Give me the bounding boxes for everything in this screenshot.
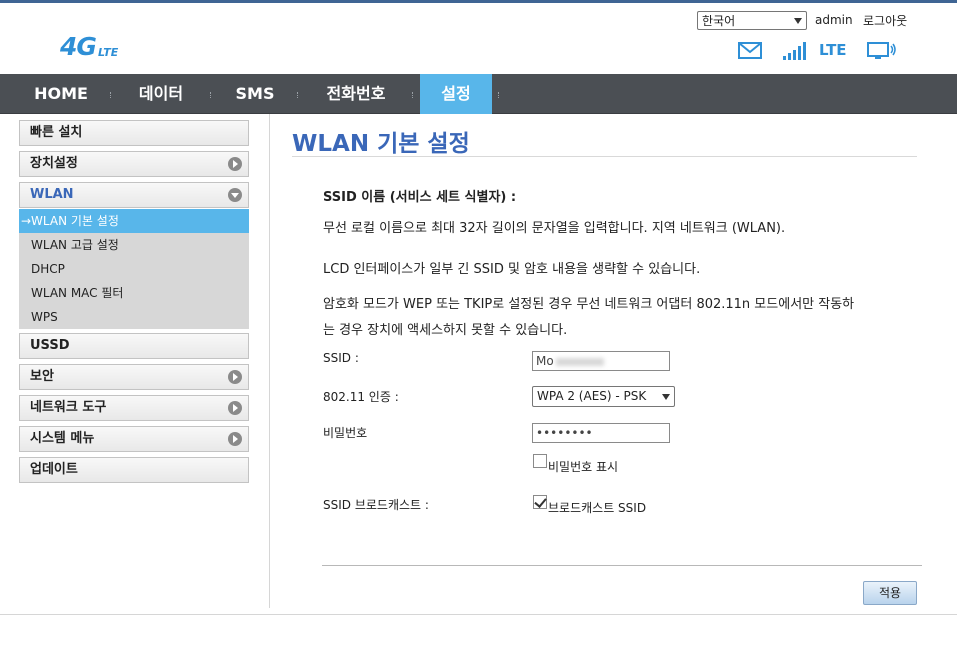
show-password-checkbox[interactable] [533, 454, 547, 468]
title-divider [292, 156, 917, 157]
description-line-3b: 는 경우 장치에 액세스하지 못할 수 있습니다. [323, 323, 568, 338]
username-label: admin [815, 13, 853, 27]
broadcast-label: SSID 브로드캐스트 : [323, 498, 429, 512]
auth-select[interactable]: WPA 2 (AES) - PSK [532, 386, 675, 407]
logout-link[interactable]: 로그아웃 [863, 12, 907, 29]
ssid-input-value: Mo [536, 354, 554, 368]
page-title: WLAN 기본 설정 [292, 131, 470, 157]
chevron-right-icon [228, 157, 242, 171]
nav-separator [210, 92, 212, 98]
ssid-input[interactable]: Mo [532, 351, 670, 371]
footer-divider [0, 614, 957, 615]
nav-separator [412, 92, 414, 98]
broadcast-ssid-option-label: 브로드캐스트 SSID [548, 501, 647, 515]
nav-home[interactable]: HOME [22, 74, 100, 114]
nav-phonebook[interactable]: 전화번호 [312, 74, 400, 114]
brand-logo: 4G LTE [60, 32, 130, 66]
sidebar-item-wlan[interactable]: WLAN [19, 182, 249, 208]
sidebar-subitem-dhcp[interactable]: DHCP [19, 257, 249, 281]
sidebar-item-update[interactable]: 업데이트 [19, 457, 249, 483]
sidebar-item-system-menu[interactable]: 시스템 메뉴 [19, 426, 249, 452]
sidebar-item-label: 보안 [30, 369, 54, 384]
main-nav: HOME 데이터 SMS 전화번호 설정 [0, 74, 957, 114]
sidebar-item-label: 업데이트 [30, 462, 78, 477]
ssid-heading: SSID 이름 (서비스 세트 식별자) : [323, 190, 517, 205]
nav-settings[interactable]: 설정 [420, 74, 492, 114]
description-line-2: LCD 인터페이스가 일부 긴 SSID 및 암호 내용을 생략할 수 있습니다… [323, 262, 701, 277]
network-type-label: LTE [819, 41, 847, 59]
nav-data[interactable]: 데이터 [125, 74, 197, 114]
auth-select-value: WPA 2 (AES) - PSK [537, 389, 647, 403]
nav-separator [297, 92, 299, 98]
sidebar-subitem-mac-filter[interactable]: WLAN MAC 필터 [19, 281, 249, 305]
chevron-right-icon [228, 370, 242, 384]
wlan-submenu: →WLAN 기본 설정 WLAN 고급 설정 DHCP WLAN MAC 필터 … [19, 209, 249, 329]
sidebar-item-quick-setup[interactable]: 빠른 설치 [19, 120, 249, 146]
ssid-label: SSID : [323, 351, 359, 365]
sidebar-subitem-wlan-basic[interactable]: →WLAN 기본 설정 [19, 209, 249, 233]
logo-lte-text: LTE [98, 46, 119, 59]
nav-sms[interactable]: SMS [224, 74, 286, 114]
signal-bars-icon [783, 42, 806, 60]
language-select-value: 한국어 [702, 14, 736, 28]
sidebar-item-label: USSD [30, 338, 70, 353]
sidebar-item-device-settings[interactable]: 장치설정 [19, 151, 249, 177]
top-accent-line [0, 0, 957, 3]
password-label: 비밀번호 [323, 426, 368, 440]
password-input[interactable]: •••••••• [532, 423, 670, 443]
sidebar-item-label: 시스템 메뉴 [30, 431, 95, 446]
sidebar: 빠른 설치 장치설정 WLAN →WLAN 기본 설정 WLAN 고급 설정 D… [0, 114, 270, 608]
redacted-blur [555, 357, 604, 366]
chevron-right-icon [228, 432, 242, 446]
sidebar-item-label: 장치설정 [30, 156, 78, 171]
nav-separator [110, 92, 112, 98]
sidebar-item-ussd[interactable]: USSD [19, 333, 249, 359]
description-line-3a: 암호화 모드가 WEP 또는 TKIP로 설정된 경우 무선 네트워크 어댑터 … [323, 297, 855, 312]
show-password-label: 비밀번호 표시 [548, 460, 619, 474]
sidebar-item-network-tools[interactable]: 네트워크 도구 [19, 395, 249, 421]
nav-separator [498, 92, 500, 98]
sidebar-item-label: 네트워크 도구 [30, 400, 107, 415]
chevron-right-icon [228, 401, 242, 415]
apply-button[interactable]: 적용 [863, 581, 917, 605]
monitor-icon [867, 42, 896, 59]
description-line-1: 무선 로컬 이름으로 최대 32자 길이의 문자열을 입력합니다. 지역 네트워… [323, 221, 786, 236]
mail-icon[interactable] [738, 42, 762, 59]
language-select[interactable]: 한국어 [697, 11, 807, 30]
sidebar-item-security[interactable]: 보안 [19, 364, 249, 390]
logo-4g-text: 4G [60, 32, 97, 61]
sidebar-subitem-wlan-advanced[interactable]: WLAN 고급 설정 [19, 233, 249, 257]
auth-label: 802.11 인증 : [323, 390, 399, 404]
chevron-down-icon [228, 188, 242, 202]
chevron-down-icon [794, 17, 802, 24]
form-divider [322, 565, 922, 566]
sidebar-item-label: WLAN [30, 187, 74, 202]
sidebar-item-label: 빠른 설치 [30, 125, 83, 140]
broadcast-ssid-checkbox[interactable] [533, 495, 547, 509]
chevron-down-icon [662, 393, 670, 400]
sidebar-subitem-wps[interactable]: WPS [19, 305, 249, 329]
